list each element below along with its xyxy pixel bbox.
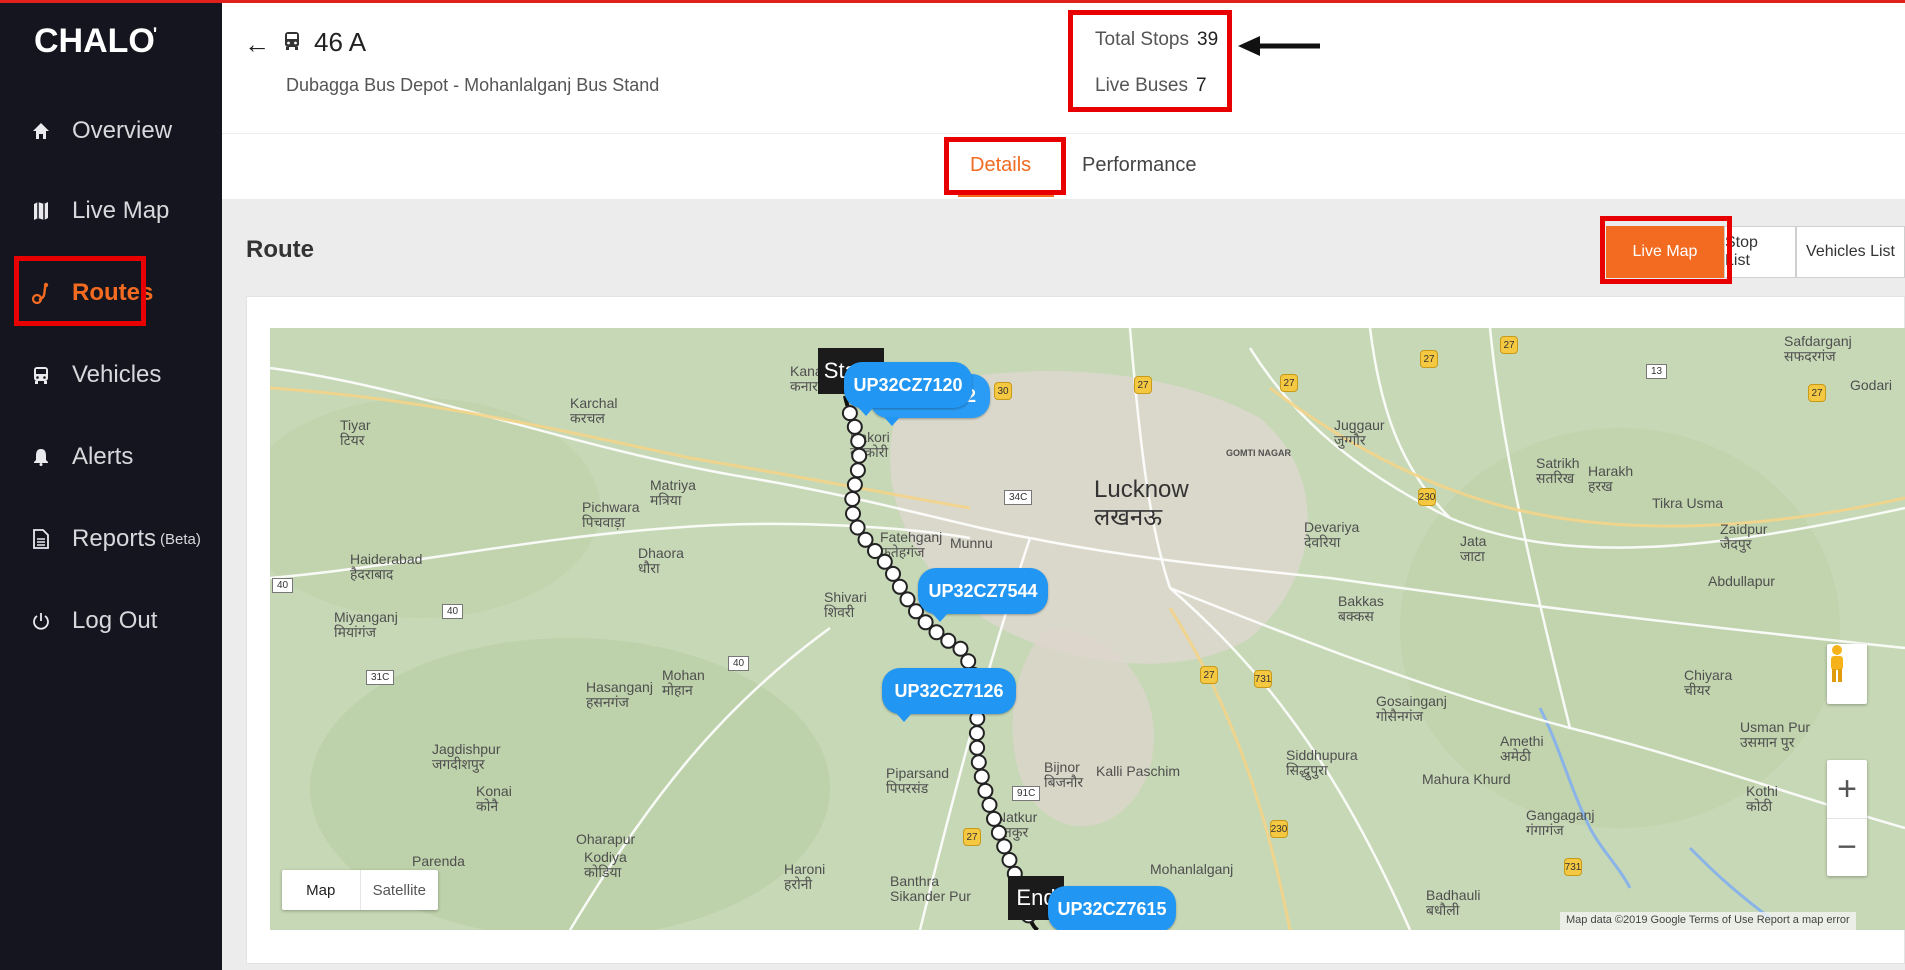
- stop-marker[interactable]: [996, 838, 1013, 855]
- sidebar-item-live-map[interactable]: Live Map: [0, 186, 222, 236]
- stop-marker[interactable]: [845, 505, 861, 522]
- stop-list-toggle[interactable]: Stop List: [1724, 226, 1796, 278]
- stop-marker[interactable]: [970, 754, 987, 771]
- stop-marker[interactable]: [849, 462, 866, 479]
- stop-marker[interactable]: [1001, 852, 1018, 868]
- sidebar-item-label: Live Map: [72, 197, 170, 224]
- chalo-logo[interactable]: CHALOʹ: [34, 22, 159, 61]
- sidebar-item-vehicles[interactable]: Vehicles: [0, 350, 222, 400]
- stop-marker[interactable]: [891, 578, 908, 595]
- sidebar-item-logout[interactable]: Log Out: [0, 596, 222, 646]
- stop-marker[interactable]: [844, 491, 861, 507]
- bus-icon: [284, 31, 300, 56]
- stop-marker[interactable]: [952, 640, 969, 657]
- sidebar-item-label: Reports: [72, 525, 157, 552]
- bus-marker[interactable]: UP32CZ7120: [844, 362, 972, 416]
- sidebar-item-alerts[interactable]: Alerts: [0, 432, 222, 482]
- stop-marker[interactable]: [851, 447, 868, 464]
- route-description: Dubagga Bus Depot - Mohanlalganj Bus Sta…: [286, 75, 660, 95]
- sidebar-item-label: Alerts: [72, 443, 134, 470]
- bus-marker[interactable]: UP32CZ7615: [1048, 886, 1176, 930]
- section-title: Route: [246, 236, 314, 263]
- annotation-box-stats: [1068, 10, 1232, 112]
- stop-marker[interactable]: [968, 725, 985, 742]
- document-icon: [30, 529, 52, 549]
- annotation-arrow-icon: [1238, 36, 1320, 56]
- sidebar-item-label: Vehicles: [72, 361, 162, 388]
- bus-icon: [30, 366, 52, 384]
- route-map[interactable]: Start End 62 UP32CZ7120 UP32CZ7544 UP32C…: [270, 328, 1905, 930]
- route-header: ← 46 A Dubagga Bus Depot - Mohanlalganj …: [222, 3, 1905, 133]
- sidebar-item-overview[interactable]: Overview: [0, 106, 222, 156]
- bus-marker[interactable]: UP32CZ7544: [918, 568, 1048, 622]
- stop-marker[interactable]: [973, 768, 990, 785]
- stop-marker[interactable]: [841, 405, 858, 422]
- route-number: 46 A: [314, 27, 367, 57]
- top-border: [0, 0, 1905, 3]
- bus-marker[interactable]: UP32CZ7126: [882, 668, 1016, 722]
- stop-marker[interactable]: [885, 565, 901, 582]
- stop-marker[interactable]: [969, 739, 986, 756]
- power-icon: [30, 612, 52, 630]
- vehicles-list-toggle[interactable]: Vehicles List: [1796, 226, 1905, 278]
- stop-marker[interactable]: [846, 418, 863, 435]
- stop-marker[interactable]: [850, 433, 867, 450]
- sidebar-item-label: Overview: [72, 117, 173, 144]
- stop-marker[interactable]: [990, 824, 1007, 841]
- back-arrow-icon[interactable]: ←: [244, 29, 270, 60]
- sidebar-item-label: Log Out: [72, 607, 158, 634]
- stop-marker[interactable]: [986, 810, 1002, 827]
- tab-performance[interactable]: Performance: [1082, 154, 1197, 177]
- stop-marker[interactable]: [846, 476, 863, 493]
- sidebar: CHALOʹ Overview Live Map Routes Vehicles: [0, 0, 222, 970]
- beta-badge: (Beta): [160, 530, 201, 548]
- stop-marker[interactable]: [981, 796, 998, 813]
- stop-marker[interactable]: [960, 653, 977, 670]
- map-icon: [30, 202, 52, 220]
- stop-marker[interactable]: [977, 782, 994, 799]
- annotation-box-live-map: [1600, 216, 1732, 284]
- bell-icon: [30, 448, 52, 466]
- annotation-box-routes: [14, 256, 146, 326]
- sidebar-item-reports[interactable]: Reports (Beta): [0, 514, 222, 564]
- home-icon: [30, 122, 52, 140]
- route-stops: [841, 405, 1037, 924]
- app-root: CHALOʹ Overview Live Map Routes Vehicles: [0, 0, 1905, 970]
- annotation-box-details: [944, 137, 1066, 195]
